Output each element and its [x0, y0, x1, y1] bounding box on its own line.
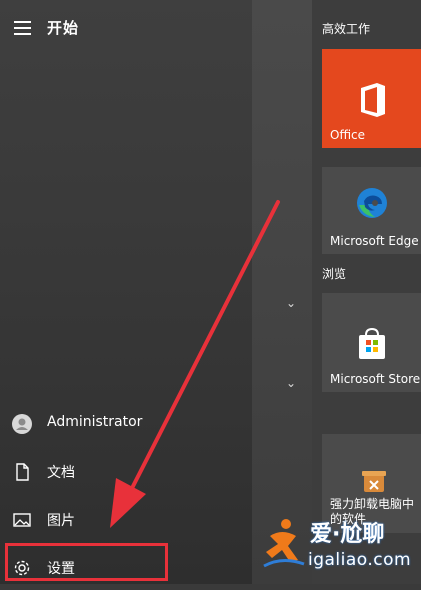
tile-label: Microsoft Edge — [330, 234, 419, 248]
document-icon — [16, 463, 29, 481]
app-list-area — [252, 0, 312, 584]
settings-highlight-box — [5, 543, 168, 581]
tile-label: Microsoft Store — [330, 372, 421, 386]
user-avatar-icon — [12, 414, 32, 434]
edge-icon — [357, 188, 387, 218]
tile-office[interactable]: Office — [322, 49, 421, 148]
watermark-url: igaliao.com — [308, 550, 412, 570]
tile-label: Office — [330, 128, 366, 142]
store-icon — [359, 328, 385, 359]
group-label-productivity: 高效工作 — [322, 22, 371, 36]
tile-microsoft-store[interactable]: Microsoft Store — [322, 293, 421, 392]
group-label-browse: 浏览 — [322, 267, 347, 281]
nav-user-administrator[interactable]: Administrator — [0, 402, 252, 446]
nav-label: 图片 — [47, 513, 75, 529]
watermark-logo: 爱·尬聊 igaliao.com — [262, 510, 412, 580]
chevron-down-icon[interactable]: ⌄ — [286, 376, 296, 390]
chevron-down-icon[interactable]: ⌄ — [286, 296, 296, 310]
start-menu-sidebar — [0, 0, 252, 584]
nav-documents[interactable]: 文档 — [0, 450, 252, 494]
tile-microsoft-edge[interactable]: Microsoft Edge — [322, 167, 421, 254]
runner-logo-icon — [263, 519, 305, 568]
uninstall-icon — [362, 471, 386, 492]
office-icon — [361, 83, 385, 117]
nav-pictures[interactable]: 图片 — [0, 498, 252, 542]
watermark-text: 爱·尬聊 — [310, 522, 385, 547]
start-title: 开始 — [47, 19, 80, 37]
hamburger-icon[interactable] — [14, 21, 32, 35]
nav-label: Administrator — [47, 414, 143, 430]
pictures-icon — [13, 513, 31, 527]
nav-label: 文档 — [47, 465, 75, 481]
